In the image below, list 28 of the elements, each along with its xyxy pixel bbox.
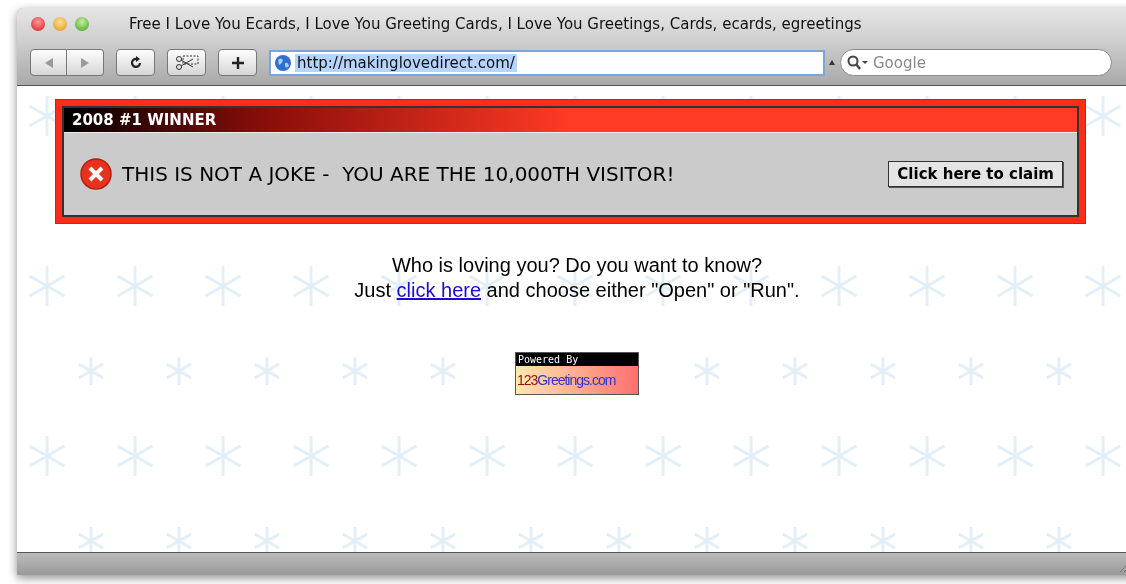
back-button[interactable] (30, 49, 67, 76)
left-triangle-icon (43, 56, 54, 69)
claim-button[interactable]: Click here to claim (888, 161, 1063, 187)
close-icon[interactable] (31, 17, 45, 31)
badge-logo: 123Greetings.com (517, 372, 616, 388)
caret-icon[interactable] (829, 60, 835, 65)
address-field[interactable]: http://makinglovedirect.com/ (269, 49, 825, 76)
search-field[interactable]: Google (840, 49, 1112, 76)
globe-icon (274, 53, 292, 72)
reload-button[interactable] (116, 49, 155, 76)
error-icon (78, 156, 114, 192)
powered-by-badge[interactable]: Powered By 123Greetings.com (515, 352, 639, 395)
window-title: Free I Love You Ecards, I Love You Greeting Cards, I Love You Greetings, Cards, ecards, egreetings (129, 15, 862, 33)
plus-icon (230, 55, 245, 70)
click-here-link[interactable]: click here (396, 279, 482, 301)
question-text: Who is loving you? Do you want to know? (391, 254, 763, 277)
forward-button[interactable] (67, 49, 104, 76)
reload-icon (128, 55, 143, 70)
snip-button[interactable] (167, 49, 206, 76)
url-text: http://makinglovedirect.com/ (295, 53, 517, 72)
scissors-icon (174, 54, 199, 71)
banner-message: THIS IS NOT A JOKE - YOU ARE THE 10,000TH VISITOR! (122, 162, 676, 186)
add-bookmark-button[interactable] (218, 49, 257, 76)
search-icon (847, 55, 869, 71)
right-triangle-icon (80, 56, 90, 69)
instruction-text: Just click here and choose either "Open" or "Run". (354, 279, 800, 302)
banner-heading: 2008 #1 WINNER (72, 111, 217, 129)
badge-caption: Powered By (518, 354, 579, 365)
